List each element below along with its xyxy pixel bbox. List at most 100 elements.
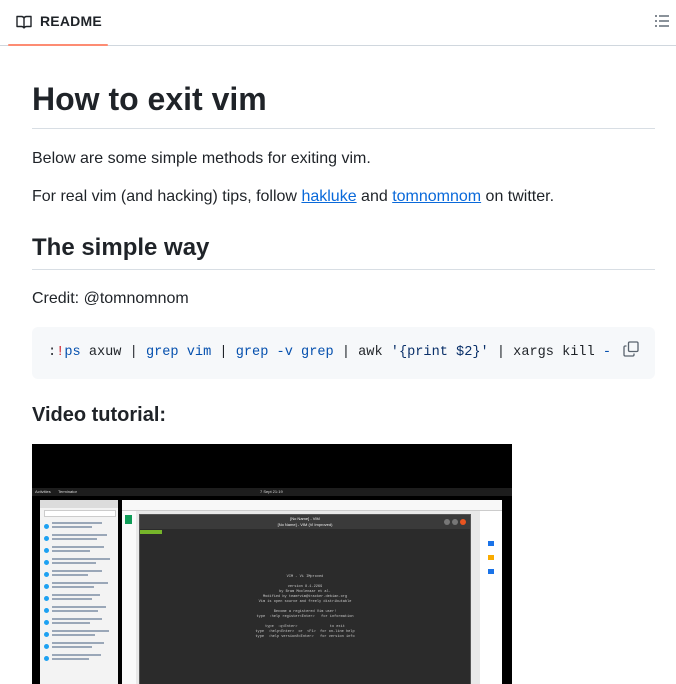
code-token: | xargs kill	[488, 345, 603, 360]
avatar	[44, 656, 49, 661]
app-label: Terminator	[58, 489, 77, 494]
code-token: vim	[186, 345, 212, 360]
vim-splash-line: Vim is open source and freely distributa…	[258, 600, 352, 604]
keep-icon	[488, 555, 494, 560]
tweet-line	[52, 538, 97, 540]
calendar-icon	[488, 541, 494, 546]
tweet-line	[52, 630, 109, 632]
vim-splash-line: type :help version8<Enter> for version i…	[255, 635, 355, 639]
avatar	[44, 620, 49, 625]
code-token: '{print $2}'	[390, 345, 489, 360]
page-title: How to exit vim	[32, 81, 267, 117]
tweet-line	[52, 574, 88, 576]
video-thumbnail[interactable]: Activities Terminator 7 Sept 21:19 [No N…	[32, 444, 512, 684]
tweet-line	[52, 618, 102, 620]
code-token: axuw |	[80, 345, 146, 360]
code-token: -	[602, 345, 612, 360]
code-token: grep	[235, 345, 269, 360]
tweet-line	[52, 658, 89, 660]
tab-underline	[8, 44, 108, 46]
tomnomnom-link[interactable]: tomnomnom	[392, 188, 481, 205]
activities-label: Activities	[35, 489, 51, 494]
tweet-line	[52, 606, 106, 608]
browser-tabbar	[40, 500, 118, 508]
maximize-icon	[452, 519, 458, 525]
avatar	[44, 584, 49, 589]
browser-address-bar	[44, 510, 116, 517]
title-divider	[32, 128, 655, 129]
tweet-line	[52, 654, 101, 656]
docs-sidebar	[122, 511, 136, 684]
credit-paragraph: Credit: @tomnomnom	[32, 290, 189, 307]
code-token: ps	[64, 345, 81, 360]
avatar	[44, 608, 49, 613]
vim-titlebar: [No Name] - VIM [No Name] - VIM (Vi Impr…	[140, 515, 470, 529]
vim-window: [No Name] - VIM [No Name] - VIM (Vi Impr…	[139, 514, 471, 684]
section-heading-simple-way: The simple way	[32, 234, 210, 261]
tweet-line	[52, 642, 104, 644]
tweet-line	[52, 546, 104, 548]
follow-suffix: on twitter.	[481, 188, 555, 205]
follow-paragraph: For real vim (and hacking) tips, follow …	[32, 185, 554, 209]
sheets-icon	[125, 515, 132, 524]
code-token: -v	[276, 345, 293, 360]
avatar	[44, 632, 49, 637]
vim-title: [No Name] - VIM	[290, 516, 320, 521]
readme-tab[interactable]: README	[8, 0, 108, 46]
minimize-icon	[444, 519, 450, 525]
copy-icon[interactable]	[623, 341, 639, 357]
section-divider	[32, 269, 655, 270]
book-icon	[16, 15, 32, 29]
tweet-line	[52, 534, 107, 536]
clock-label: 7 Sept 21:19	[260, 489, 283, 494]
tweet-line	[52, 622, 90, 624]
avatar	[44, 524, 49, 529]
tweet-line	[52, 586, 94, 588]
follow-prefix: For real vim (and hacking) tips, follow	[32, 188, 302, 205]
code-token: grep	[301, 345, 334, 360]
code-token: | awk	[333, 345, 391, 360]
desktop-topbar: Activities Terminator 7 Sept 21:19	[32, 488, 512, 496]
tasks-icon	[488, 569, 494, 574]
intro-paragraph: Below are some simple methods for exitin…	[32, 150, 371, 167]
vim-splash-line: VIM - Vi IMproved	[286, 575, 324, 579]
tweet-line	[52, 594, 100, 596]
tweet-line	[52, 550, 90, 552]
browser-window	[40, 500, 118, 684]
tweet-line	[52, 610, 98, 612]
tweet-line	[52, 526, 92, 528]
tweet-line	[52, 570, 102, 572]
video-tutorial-heading: Video tutorial:	[32, 404, 167, 426]
follow-mid: and	[356, 188, 393, 205]
avatar	[44, 548, 49, 553]
tweet-line	[52, 634, 95, 636]
docs-right-panel	[480, 511, 502, 684]
tweet-line	[52, 558, 110, 560]
code-token: |	[211, 345, 236, 360]
avatar	[44, 596, 49, 601]
tweet-line	[52, 582, 108, 584]
readme-tab-label: README	[40, 13, 102, 29]
tweet-line	[52, 562, 96, 564]
code-token: :	[48, 345, 57, 360]
close-icon	[460, 519, 466, 525]
vim-splash-line: type :help register<Enter> for informati…	[256, 615, 354, 619]
tweet-line	[52, 522, 102, 524]
docs-toolbar	[122, 500, 502, 511]
tweet-line	[52, 598, 92, 600]
avatar	[44, 572, 49, 577]
code-line[interactable]: :!ps axuw | grep vim | grep -v grep | aw…	[48, 344, 611, 362]
avatar	[44, 560, 49, 565]
code-block: :!ps axuw | grep vim | grep -v grep | aw…	[32, 327, 655, 379]
vim-subtitle: [No Name] - VIM (Vi Improved)	[277, 522, 333, 527]
avatar	[44, 536, 49, 541]
avatar	[44, 644, 49, 649]
tweet-line	[52, 646, 92, 648]
code-token: grep	[145, 345, 179, 360]
readme-header: README	[0, 0, 676, 46]
hakluke-link[interactable]: hakluke	[301, 188, 356, 205]
list-icon[interactable]	[654, 13, 670, 29]
